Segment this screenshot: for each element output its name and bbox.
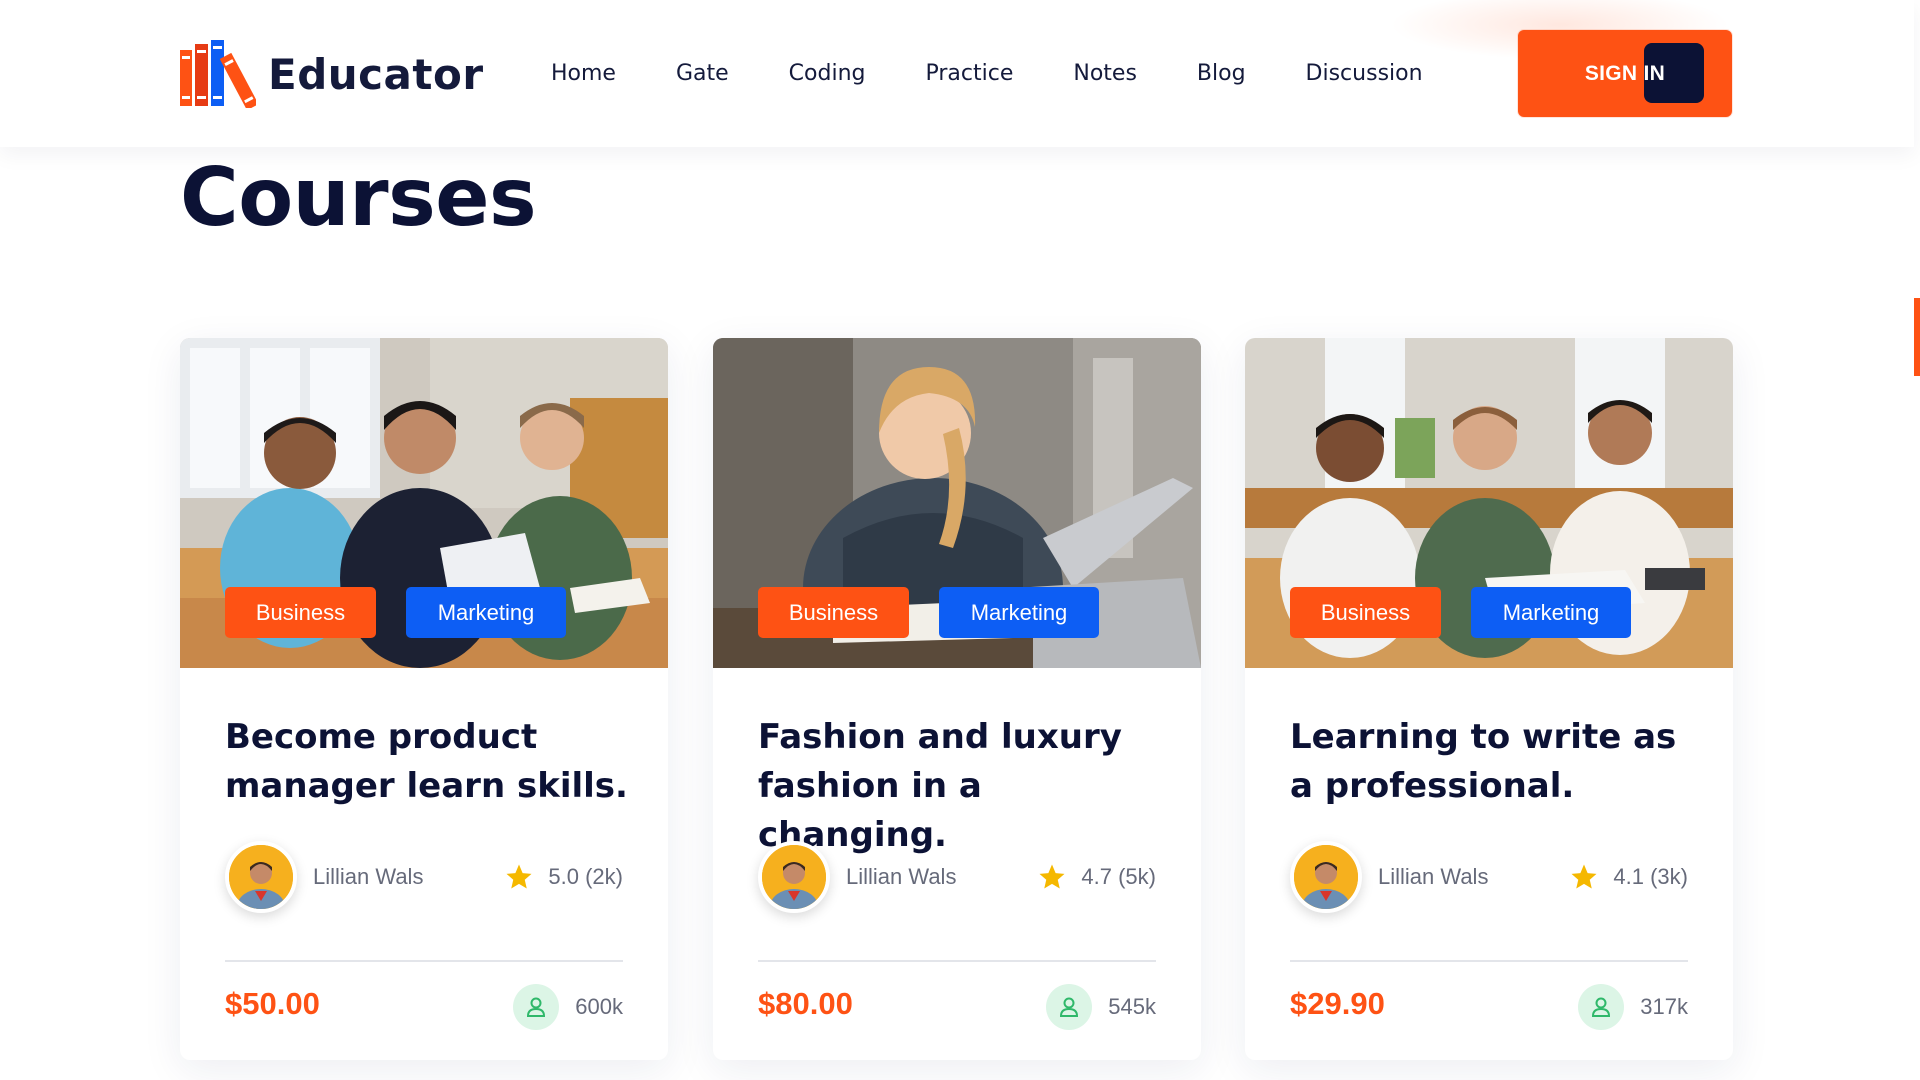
students-count: 600k bbox=[575, 994, 623, 1019]
course-title[interactable]: Fashion and luxury fashion in a changing… bbox=[758, 713, 1168, 860]
course-card[interactable]: Business Marketing Learning to write as … bbox=[1245, 338, 1733, 1060]
tag-business[interactable]: Business bbox=[225, 587, 376, 638]
brand-logo[interactable]: Educator bbox=[180, 40, 484, 108]
course-price: $29.90 bbox=[1290, 986, 1385, 1021]
course-author[interactable]: Lillian Wals bbox=[225, 841, 423, 913]
students-count: 545k bbox=[1108, 994, 1156, 1019]
course-price: $80.00 bbox=[758, 986, 853, 1021]
card-divider bbox=[1290, 960, 1688, 962]
course-card[interactable]: Business Marketing Become product manage… bbox=[180, 338, 668, 1060]
site-header: Educator Home Gate Coding Practice Notes… bbox=[0, 0, 1914, 147]
rating-value: 5.0 (2k) bbox=[548, 864, 623, 889]
nav-gate[interactable]: Gate bbox=[676, 58, 729, 90]
user-icon-badge bbox=[1046, 984, 1093, 1030]
author-avatar bbox=[225, 841, 297, 913]
card-divider bbox=[225, 960, 623, 962]
author-portrait bbox=[229, 845, 293, 909]
author-portrait bbox=[1294, 845, 1358, 909]
author-avatar bbox=[1290, 841, 1362, 913]
author-name: Lillian Wals bbox=[1378, 864, 1489, 889]
nav-blog[interactable]: Blog bbox=[1197, 58, 1246, 90]
user-icon bbox=[527, 997, 546, 1017]
nav-home[interactable]: Home bbox=[551, 58, 616, 90]
nav-discussion[interactable]: Discussion bbox=[1306, 58, 1423, 90]
students-count: 317k bbox=[1640, 994, 1688, 1019]
rating-value: 4.7 (5k) bbox=[1081, 864, 1156, 889]
nav-coding[interactable]: Coding bbox=[789, 58, 866, 90]
user-icon-badge bbox=[513, 984, 560, 1030]
author-name: Lillian Wals bbox=[313, 864, 424, 889]
sign-in-label: SIGN IN bbox=[1584, 61, 1666, 85]
course-title[interactable]: Become product manager learn skills. bbox=[225, 713, 635, 811]
nav-notes[interactable]: Notes bbox=[1073, 58, 1137, 90]
course-rating: 4.7 (5k) bbox=[1037, 862, 1156, 892]
scrollbar-thumb[interactable] bbox=[1914, 298, 1920, 376]
user-icon-badge bbox=[1578, 984, 1625, 1030]
nav-practice[interactable]: Practice bbox=[925, 58, 1013, 90]
page-title: Courses bbox=[180, 151, 537, 244]
course-students: 545k bbox=[1046, 984, 1156, 1030]
course-title[interactable]: Learning to write as a professional. bbox=[1290, 713, 1700, 811]
course-image[interactable]: Business Marketing bbox=[713, 338, 1201, 668]
user-icon bbox=[1592, 997, 1611, 1017]
tag-business[interactable]: Business bbox=[1290, 587, 1441, 638]
page: Educator Home Gate Coding Practice Notes… bbox=[0, 0, 1920, 1080]
course-card[interactable]: Business Marketing Fashion and luxury fa… bbox=[713, 338, 1201, 1060]
course-rating: 5.0 (2k) bbox=[504, 862, 623, 892]
tag-marketing[interactable]: Marketing bbox=[939, 587, 1099, 638]
course-price: $50.00 bbox=[225, 986, 320, 1021]
tag-marketing[interactable]: Marketing bbox=[1471, 587, 1631, 638]
sign-in-button[interactable]: SIGN IN bbox=[1518, 30, 1732, 117]
user-icon bbox=[1060, 997, 1079, 1017]
star-icon bbox=[1571, 864, 1597, 889]
course-author[interactable]: Lillian Wals bbox=[1290, 841, 1488, 913]
rating-value: 4.1 (3k) bbox=[1613, 864, 1688, 889]
star-icon bbox=[1039, 864, 1065, 889]
course-students: 600k bbox=[513, 984, 623, 1030]
course-rating: 4.1 (3k) bbox=[1569, 862, 1688, 892]
tag-business[interactable]: Business bbox=[758, 587, 909, 638]
tag-marketing[interactable]: Marketing bbox=[406, 587, 566, 638]
card-divider bbox=[758, 960, 1156, 962]
course-students: 317k bbox=[1578, 984, 1688, 1030]
brand-name: Educator bbox=[268, 49, 484, 99]
author-portrait bbox=[762, 845, 826, 909]
star-icon bbox=[506, 864, 532, 889]
course-author[interactable]: Lillian Wals bbox=[758, 841, 956, 913]
books-logo-icon bbox=[180, 40, 256, 108]
author-avatar bbox=[758, 841, 830, 913]
main-nav: Home Gate Coding Practice Notes Blog Dis… bbox=[551, 58, 1483, 90]
course-image[interactable]: Business Marketing bbox=[180, 338, 668, 668]
course-image[interactable]: Business Marketing bbox=[1245, 338, 1733, 668]
author-name: Lillian Wals bbox=[846, 864, 957, 889]
